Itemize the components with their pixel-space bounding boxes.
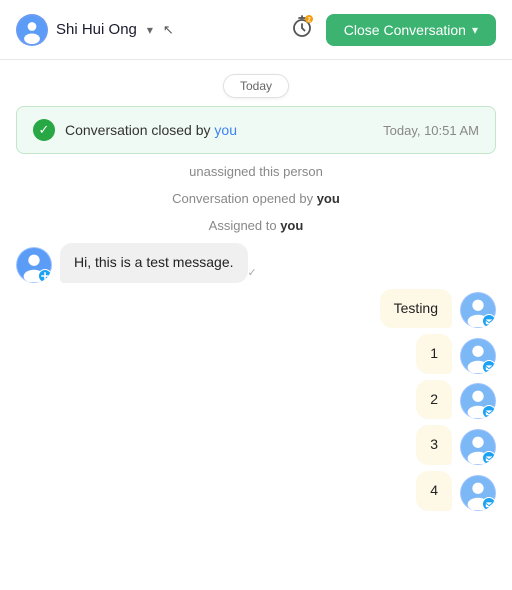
check-mark-0: ✓ xyxy=(248,266,257,279)
avatar-badge-4 xyxy=(482,451,496,465)
avatar-badge-2 xyxy=(482,360,496,374)
message-row-0: Hi, this is a test message. ✓ xyxy=(16,243,496,283)
activity-assigned: Assigned to you xyxy=(16,216,496,235)
message-text-3: 2 xyxy=(430,391,438,407)
contact-selector[interactable]: Shi Hui Ong ▾ ↖ xyxy=(16,14,174,46)
closed-notice: ✓ Conversation closed by you Today, 10:5… xyxy=(16,106,496,154)
cursor-icon: ↖ xyxy=(163,22,174,38)
chevron-down-icon: ▾ xyxy=(147,23,153,37)
snooze-button[interactable]: Z xyxy=(290,15,314,45)
contact-avatar xyxy=(16,14,48,46)
message-bubble-1: Testing xyxy=(380,289,452,329)
contact-name: Shi Hui Ong xyxy=(56,21,137,38)
message-row-3: 2 xyxy=(16,380,496,420)
message-row-5: 4 xyxy=(16,471,496,511)
closed-notice-left: ✓ Conversation closed by you xyxy=(33,119,237,141)
message-bubble-2: 1 xyxy=(416,334,452,374)
activity-opened: Conversation opened by you xyxy=(16,189,496,208)
closed-text: Conversation closed by you xyxy=(65,122,237,138)
avatar-badge-3 xyxy=(482,405,496,419)
avatar-badge-1 xyxy=(482,314,496,328)
message-row-2: 1 xyxy=(16,334,496,374)
activity-text-1-strong: you xyxy=(317,191,340,206)
check-circle-icon: ✓ xyxy=(33,119,55,141)
activity-text-2-strong: you xyxy=(280,218,303,233)
outgoing-avatar-4 xyxy=(460,429,496,465)
outgoing-avatar-1 xyxy=(460,292,496,328)
outgoing-avatar-2 xyxy=(460,338,496,374)
closed-timestamp: Today, 10:51 AM xyxy=(383,123,479,138)
avatar-badge-0 xyxy=(38,269,52,283)
date-divider: Today xyxy=(223,74,289,98)
message-row-1: Testing xyxy=(16,289,496,329)
message-text-0: Hi, this is a test message. xyxy=(74,254,234,270)
header-icons: Z Close Conversation ▾ xyxy=(290,14,496,46)
avatar-badge-5 xyxy=(482,497,496,511)
message-text-4: 3 xyxy=(430,436,438,452)
close-btn-label: Close Conversation xyxy=(344,22,466,38)
incoming-avatar-0 xyxy=(16,247,52,283)
message-bubble-0: Hi, this is a test message. xyxy=(60,243,248,283)
you-link[interactable]: you xyxy=(214,122,237,138)
message-text-2: 1 xyxy=(430,345,438,361)
activity-text-1-prefix: Conversation opened by xyxy=(172,191,317,206)
activity-text-2-prefix: Assigned to xyxy=(209,218,281,233)
close-btn-caret: ▾ xyxy=(472,23,478,37)
message-row-4: 3 xyxy=(16,425,496,465)
outgoing-avatar-3 xyxy=(460,383,496,419)
message-bubble-5: 4 xyxy=(416,471,452,511)
closed-prefix: Conversation closed by xyxy=(65,122,214,138)
message-bubble-3: 2 xyxy=(416,380,452,420)
outgoing-avatar-5 xyxy=(460,475,496,511)
header: Shi Hui Ong ▾ ↖ Z Close Conversation ▾ xyxy=(0,0,512,60)
activity-unassigned: unassigned this person xyxy=(16,162,496,181)
close-conversation-button[interactable]: Close Conversation ▾ xyxy=(326,14,496,46)
message-text-1: Testing xyxy=(394,300,438,316)
message-bubble-4: 3 xyxy=(416,425,452,465)
message-text-5: 4 xyxy=(430,482,438,498)
activity-text-0: unassigned this person xyxy=(189,164,323,179)
date-divider-wrapper: Today xyxy=(0,74,512,98)
chat-area: Today ✓ Conversation closed by you Today… xyxy=(0,60,512,590)
